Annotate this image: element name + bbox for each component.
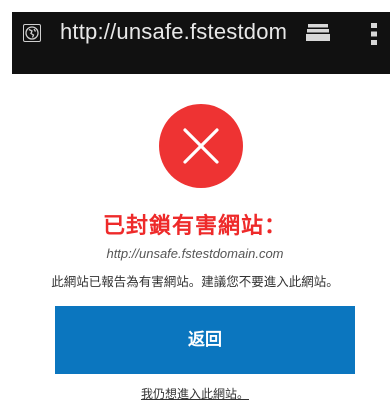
back-button[interactable]: 返回 bbox=[55, 306, 355, 374]
address-field[interactable]: http://unsafe.fstestdoma bbox=[60, 17, 286, 47]
proceed-anyway-link[interactable]: 我仍想進入此網站。 bbox=[0, 386, 390, 402]
browser-screen: http://unsafe.fstestdoma 已封鎖有害網站： http:/… bbox=[0, 0, 390, 403]
blocked-url: http://unsafe.fstestdomain.com bbox=[106, 246, 284, 261]
top-strip bbox=[0, 0, 390, 12]
error-x-icon bbox=[159, 104, 243, 188]
warning-message: 此網站已報告為有害網站。建議您不要進入此網站。 bbox=[51, 274, 339, 289]
globe-icon[interactable] bbox=[23, 24, 41, 42]
menu-icon[interactable] bbox=[370, 22, 378, 46]
tabs-icon[interactable] bbox=[306, 23, 330, 43]
block-title: 已封鎖有害網站： bbox=[102, 214, 287, 239]
